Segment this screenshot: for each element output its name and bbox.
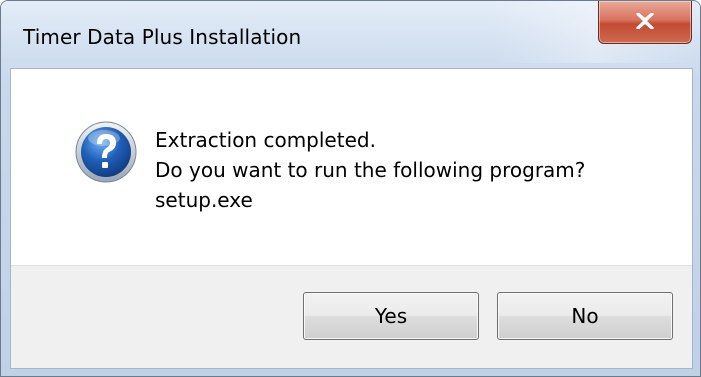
message-area: Extraction completed. Do you want to run… — [11, 69, 692, 266]
close-button[interactable] — [598, 1, 692, 44]
message-line-3: setup.exe — [155, 188, 253, 212]
message-line-2: Do you want to run the following program… — [155, 158, 586, 182]
close-icon — [636, 13, 654, 29]
message-text: Extraction completed. Do you want to run… — [155, 125, 585, 215]
no-button[interactable]: No — [497, 292, 673, 340]
dialog-window: Timer Data Plus Installation Extraction … — [0, 0, 701, 377]
yes-button[interactable]: Yes — [303, 292, 479, 340]
message-line-1: Extraction completed. — [155, 128, 376, 152]
button-area: Yes No — [11, 265, 692, 368]
question-icon — [74, 120, 138, 184]
dialog-content: Extraction completed. Do you want to run… — [10, 68, 693, 369]
window-title: Timer Data Plus Installation — [23, 25, 302, 49]
title-bar[interactable]: Timer Data Plus Installation — [1, 1, 700, 63]
